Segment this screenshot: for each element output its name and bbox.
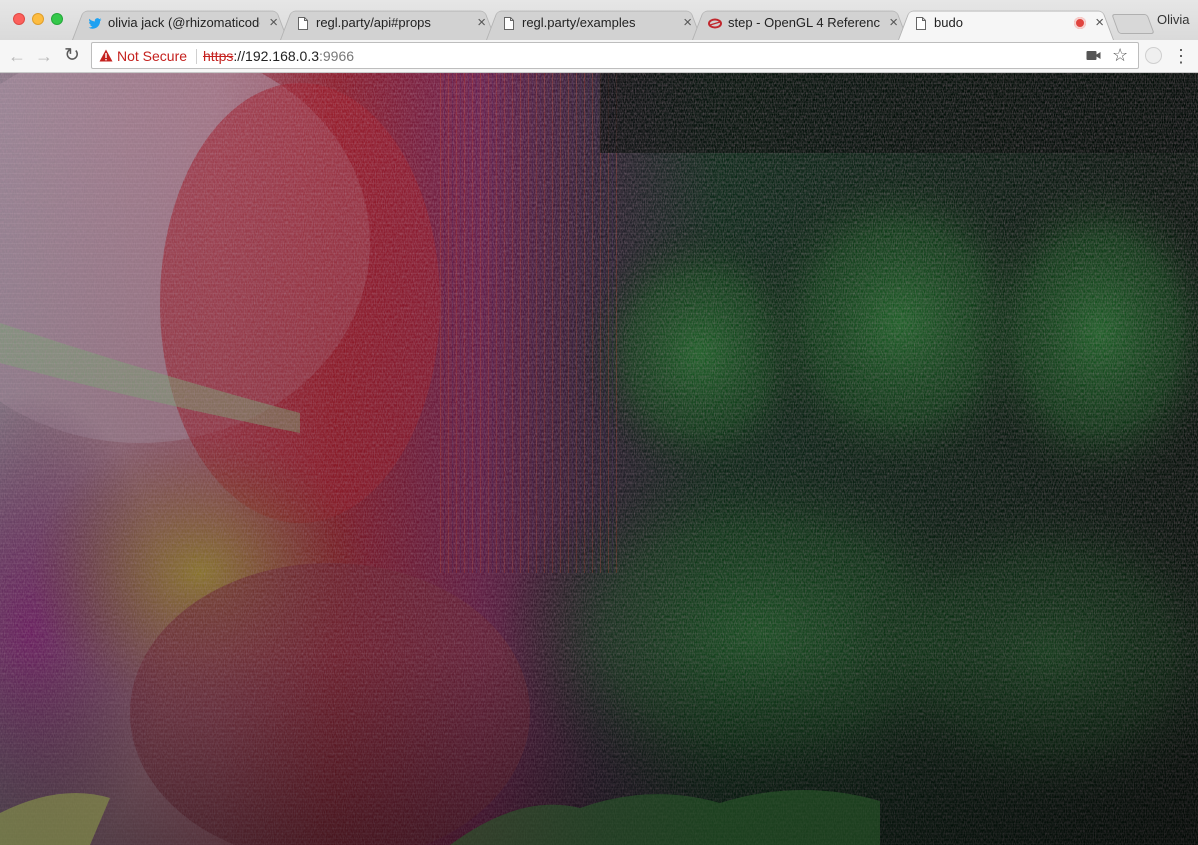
webgl-canvas[interactable]: [0, 73, 1198, 845]
page-icon: [504, 17, 514, 30]
tab-close-icon[interactable]: ×: [683, 15, 692, 30]
arrow-right-icon[interactable]: →: [32, 44, 56, 68]
new-tab-button[interactable]: [1111, 14, 1155, 34]
tab-close-icon[interactable]: ×: [889, 15, 898, 30]
tab-close-icon[interactable]: ×: [1095, 15, 1104, 30]
khronos-logo-icon: [708, 18, 722, 29]
tab-title: regl.party/api#props: [316, 15, 431, 30]
url-scheme: https: [203, 48, 234, 64]
window-close-button[interactable]: [13, 13, 25, 25]
tab-title: step - OpenGL 4 Reference: [728, 15, 880, 30]
kebab-menu-icon[interactable]: ⋮: [1172, 44, 1190, 68]
twitter-bird-icon: [88, 18, 102, 29]
tab-title: olivia jack (@rhizomaticode: [108, 15, 260, 30]
page-icon: [298, 17, 308, 30]
tab-title: budo: [934, 15, 963, 30]
url-host: 192.168.0.3: [245, 48, 319, 64]
page-icon: [916, 17, 926, 30]
tab-close-icon[interactable]: ×: [269, 15, 278, 30]
tab-regl-api[interactable]: regl.party/api#props ×: [280, 7, 496, 40]
glitch-artwork: [0, 73, 1198, 845]
warning-triangle-icon: [99, 49, 113, 62]
tab-title: regl.party/examples: [522, 15, 636, 30]
url-port: :9966: [319, 48, 355, 64]
tab-budo[interactable]: budo ×: [898, 7, 1114, 40]
tab-close-icon[interactable]: ×: [477, 15, 486, 30]
profile-name[interactable]: Olivia: [1157, 12, 1190, 27]
recording-indicator-icon: [1074, 17, 1086, 29]
window-minimize-button[interactable]: [32, 13, 44, 25]
url-separator: ://: [233, 48, 246, 64]
camera-icon[interactable]: [1086, 50, 1101, 61]
omnibox-divider: [196, 49, 197, 64]
toolbar: ← → ↻ Not Secure https://192.168.0.3:996…: [0, 40, 1198, 73]
reload-icon[interactable]: ↻: [60, 44, 84, 68]
tab-regl-examples[interactable]: regl.party/examples ×: [486, 7, 702, 40]
tab-twitter[interactable]: olivia jack (@rhizomaticode ×: [72, 7, 288, 40]
tab-opengl-reference[interactable]: step - OpenGL 4 Reference ×: [692, 7, 908, 40]
tab-strip: olivia jack (@rhizomaticode × regl.party…: [0, 0, 1198, 40]
arrow-left-icon[interactable]: ←: [5, 44, 29, 68]
security-status-label[interactable]: Not Secure: [117, 48, 187, 64]
star-icon[interactable]: ☆: [1112, 45, 1128, 65]
window-zoom-button[interactable]: [51, 13, 63, 25]
address-bar[interactable]: Not Secure https://192.168.0.3:9966 ☆: [91, 42, 1139, 69]
url-text[interactable]: https://192.168.0.3:9966: [203, 48, 354, 64]
extension-icon[interactable]: [1145, 47, 1162, 64]
